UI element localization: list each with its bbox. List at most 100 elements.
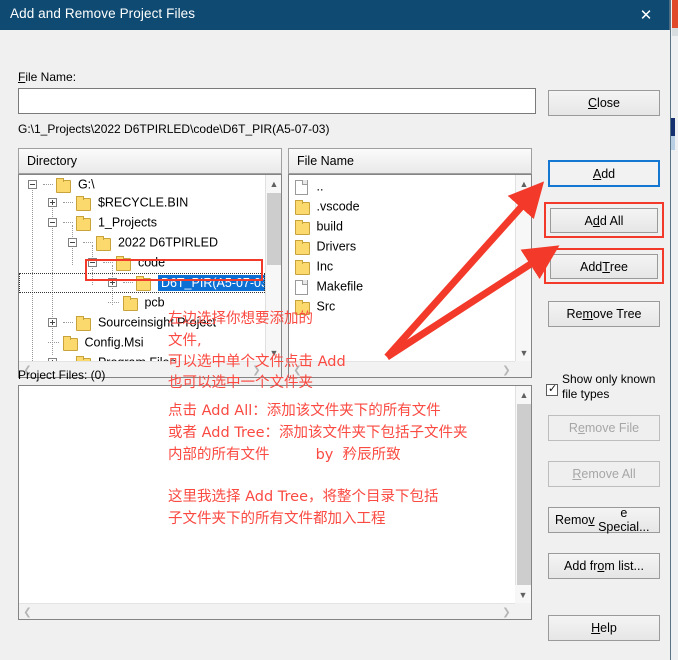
tree-toggle-icon[interactable] — [28, 180, 38, 190]
list-item[interactable]: Inc — [295, 259, 515, 279]
scroll-right-icon[interactable]: ❯ — [498, 604, 515, 620]
list-item-label: .vscode — [316, 199, 360, 214]
scroll-corner — [515, 603, 531, 619]
folder-icon — [96, 235, 112, 251]
add-remove-project-files-dialog: Add and Remove Project Files ✕ File Name… — [0, 0, 670, 660]
scroll-thumb[interactable] — [517, 404, 531, 602]
folder-icon — [295, 219, 310, 235]
tree-item-1-projects[interactable]: 1_Projects — [19, 215, 265, 235]
folder-icon — [295, 299, 310, 315]
add-button[interactable]: Add — [548, 160, 660, 187]
list-item[interactable]: .vscode — [295, 199, 515, 219]
add-from-list-button[interactable]: Add fr o m list... — [548, 553, 660, 579]
list-item[interactable]: Makefile — [295, 279, 515, 299]
filename-panel-header: File Name — [288, 148, 532, 174]
scroll-up-icon[interactable]: ▲ — [516, 175, 532, 192]
screen: Add and Remove Project Files ✕ File Name… — [0, 0, 678, 660]
list-item-label: build — [316, 219, 343, 234]
scroll-down-icon[interactable]: ▼ — [515, 586, 531, 603]
tree-toggle-icon[interactable] — [48, 198, 58, 208]
highlight-selected-folder — [85, 259, 263, 281]
window-title: Add and Remove Project Files — [10, 6, 196, 21]
scroll-right-icon[interactable]: ❯ — [248, 362, 265, 378]
scroll-left-icon[interactable]: ❮ — [19, 604, 36, 620]
current-path-label: G:\1_Projects\2022 D6TPIRLED\code\D6T_PI… — [18, 122, 330, 136]
tree-item-2022-d6tpirled[interactable]: 2022 D6TPIRLED — [19, 235, 265, 255]
list-item[interactable]: .. — [295, 179, 515, 199]
folder-icon — [76, 315, 92, 331]
list-item[interactable]: Drivers — [295, 239, 515, 259]
add-all-button[interactable]: Add All — [550, 208, 658, 233]
project-files-horizontal-scrollbar[interactable]: ❮ ❯ — [19, 603, 515, 619]
scroll-down-zone[interactable]: ▼ — [515, 585, 531, 603]
filename-list-panel[interactable]: .. .vscode build Drivers Inc Makefile Sr… — [288, 174, 532, 378]
checkbox-label-line2: file types — [562, 387, 610, 401]
tree-item-config-msi[interactable]: Config.Msi — [19, 335, 265, 355]
checkbox-icon[interactable] — [546, 382, 558, 396]
file-icon — [295, 279, 308, 295]
list-item-label: Makefile — [316, 279, 364, 294]
scroll-up-icon[interactable]: ▲ — [516, 386, 532, 403]
remove-special-button[interactable]: Remo v e Special... — [548, 506, 660, 534]
title-bar: Add and Remove Project Files ✕ — [0, 0, 669, 30]
scroll-corner — [265, 361, 281, 377]
background-window-sliver — [670, 0, 678, 660]
close-button[interactable]: Close — [548, 90, 660, 116]
remove-tree-button[interactable]: Re m ove Tree — [548, 301, 660, 327]
close-icon[interactable]: ✕ — [623, 0, 669, 30]
list-item-label: Drivers — [316, 239, 357, 254]
list-item[interactable]: build — [295, 219, 515, 239]
add-tree-button[interactable]: Add Tree — [550, 254, 658, 279]
project-files-label: Project Files: (0) — [18, 368, 106, 382]
folder-icon — [76, 195, 92, 211]
folder-icon — [295, 199, 310, 215]
folder-icon — [122, 295, 138, 311]
folder-icon — [295, 259, 310, 275]
tree-item-label: pcb — [144, 295, 165, 310]
directory-panel-header: Directory — [18, 148, 282, 174]
folder-icon — [295, 239, 310, 255]
tree-item-label: G:\ — [77, 177, 95, 192]
project-files-vertical-scrollbar[interactable]: ▲ — [515, 386, 531, 603]
dialog-body: File Name: G:\1_Projects\2022 D6TPIRLED\… — [0, 30, 670, 660]
scroll-corner — [515, 361, 531, 377]
tree-toggle-icon[interactable] — [68, 238, 78, 248]
project-files-list[interactable]: ▲ ❮ ❯ ▼ — [18, 385, 532, 620]
list-item-label: .. — [316, 179, 324, 194]
file-name-input[interactable] — [18, 88, 536, 114]
tree-item-sourceinsight-project[interactable]: Sourceinsight Project — [19, 315, 265, 335]
scroll-left-icon[interactable]: ❮ — [289, 362, 306, 378]
filename-list[interactable]: .. .vscode build Drivers Inc Makefile Sr… — [289, 175, 515, 361]
scroll-up-icon[interactable]: ▲ — [266, 175, 282, 192]
filename-horizontal-scrollbar[interactable]: ❮ ❯ — [289, 361, 515, 377]
remove-all-button[interactable]: Remove All — [548, 461, 660, 487]
tree-item-label: $RECYCLE.BIN — [97, 195, 189, 210]
scroll-down-icon[interactable]: ▼ — [516, 344, 532, 361]
list-item[interactable]: Src — [295, 299, 515, 319]
scroll-down-icon[interactable]: ▼ — [266, 344, 282, 361]
directory-vertical-scrollbar[interactable]: ▲ ▼ — [265, 175, 281, 361]
file-name-label: File Name: — [18, 70, 77, 84]
file-icon — [295, 179, 308, 195]
tree-item-pcb[interactable]: pcb — [19, 295, 265, 315]
tree-item-label: Sourceinsight Project — [97, 315, 217, 330]
folder-icon — [62, 335, 78, 351]
tree-item-label: 1_Projects — [97, 215, 157, 230]
filename-vertical-scrollbar[interactable]: ▲ ▼ — [515, 175, 531, 361]
tree-toggle-icon[interactable] — [48, 318, 58, 328]
list-item-label: Inc — [316, 259, 334, 274]
tree-item-recycle-bin[interactable]: $RECYCLE.BIN — [19, 195, 265, 215]
tree-item-label: Config.Msi — [84, 335, 144, 350]
show-only-known-file-types-checkbox[interactable]: Show only known file types — [546, 372, 664, 406]
list-item-label: Src — [316, 299, 336, 314]
help-button[interactable]: Help — [548, 615, 660, 641]
scroll-right-icon[interactable]: ❯ — [498, 362, 515, 378]
tree-item-label: 2022 D6TPIRLED — [117, 235, 218, 250]
folder-icon — [56, 177, 72, 193]
scroll-thumb[interactable] — [267, 193, 281, 265]
folder-icon — [76, 215, 92, 231]
checkbox-label-line1: Show only known — [562, 372, 656, 386]
tree-toggle-icon[interactable] — [48, 218, 58, 228]
tree-item-drive[interactable]: G:\ — [19, 175, 265, 195]
remove-file-button[interactable]: Re move File — [548, 415, 660, 441]
